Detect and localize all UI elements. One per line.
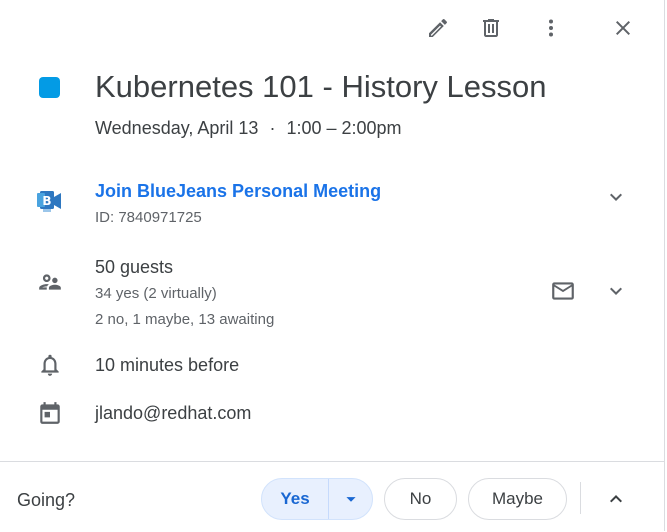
conference-expand-button[interactable] <box>598 179 634 215</box>
guest-other-summary: 2 no, 1 maybe, 13 awaiting <box>95 311 275 328</box>
guests-expand-button[interactable] <box>598 273 634 309</box>
rsvp-prompt: Going? <box>17 490 76 510</box>
event-color-chip <box>39 77 60 98</box>
pencil-icon <box>429 18 448 37</box>
close-button[interactable] <box>603 8 643 48</box>
calendar-owner: jlando@redhat.com <box>95 403 252 423</box>
trash-icon <box>483 19 499 37</box>
date-time-separator: · <box>269 118 276 138</box>
bluejeans-logo-icon: B <box>36 187 64 215</box>
people-icon <box>36 268 64 296</box>
chevron-up-icon <box>610 495 622 503</box>
rsvp-yes-button[interactable]: Yes <box>262 479 329 519</box>
join-meeting-link[interactable]: Join BlueJeans Personal Meeting <box>95 179 381 203</box>
close-icon <box>616 21 630 35</box>
rsvp-bar: Going? Yes No Maybe <box>0 461 664 532</box>
caret-down-icon <box>345 497 356 502</box>
rsvp-maybe-button[interactable]: Maybe <box>468 478 567 520</box>
delete-button[interactable] <box>471 8 511 48</box>
reminder-text: 10 minutes before <box>95 355 240 375</box>
event-title: Kubernetes 101 - History Lesson <box>95 69 547 104</box>
event-date-time: Wednesday, April 13 · 1:00 – 2:00pm <box>95 116 402 140</box>
bell-icon <box>36 351 64 379</box>
chevron-down-icon <box>610 193 622 201</box>
mail-icon <box>552 282 574 300</box>
rsvp-yes-dropdown-button[interactable] <box>329 479 372 519</box>
event-details-card: Kubernetes 101 - History Lesson Wednesda… <box>0 0 665 531</box>
meeting-id: ID: 7840971725 <box>95 209 202 226</box>
guest-yes-summary: 34 yes (2 virtually) <box>95 285 217 302</box>
event-date: Wednesday, April 13 <box>95 118 259 138</box>
email-guests-button[interactable] <box>545 273 581 309</box>
edit-button[interactable] <box>418 8 458 48</box>
footer-divider <box>580 482 581 514</box>
guest-count: 50 guests <box>95 257 174 277</box>
event-time: 1:00 – 2:00pm <box>286 118 402 138</box>
chevron-down-icon <box>610 287 622 295</box>
svg-text:B: B <box>42 194 51 208</box>
calendar-icon <box>36 399 64 427</box>
rsvp-no-button[interactable]: No <box>384 478 457 520</box>
rsvp-expand-button[interactable] <box>598 481 634 517</box>
rsvp-yes-group: Yes <box>261 478 373 520</box>
more-vert-icon <box>549 19 553 37</box>
more-options-button[interactable] <box>531 8 571 48</box>
